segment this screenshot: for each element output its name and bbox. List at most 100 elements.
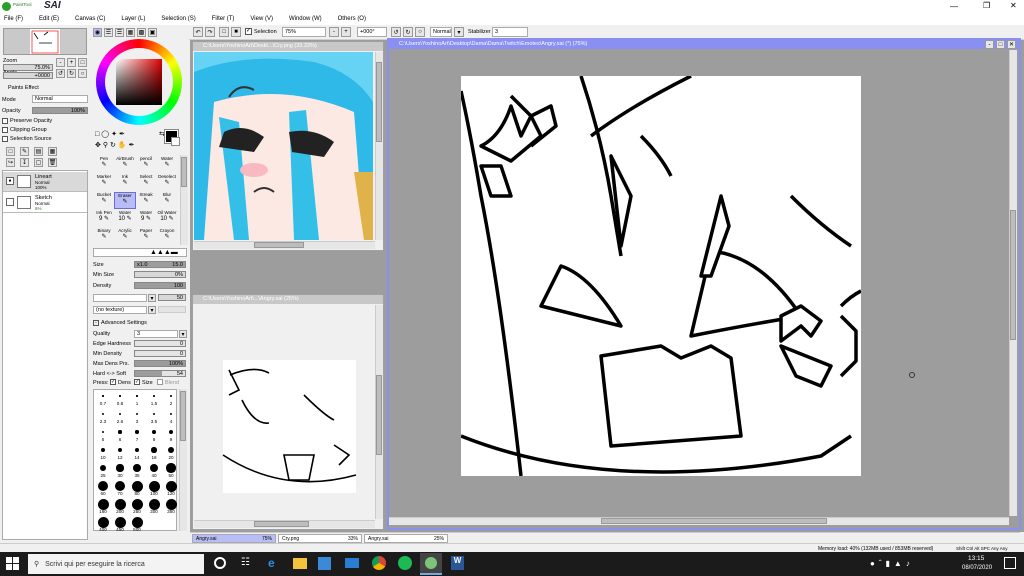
size-presets-scrollbar[interactable]	[179, 389, 187, 531]
layer-opacity-slider[interactable]: 100%	[32, 107, 88, 114]
brush-size-preset[interactable]	[136, 395, 138, 397]
eye-icon[interactable]: ●	[6, 177, 14, 185]
menu-selection[interactable]: Selection (S)	[161, 16, 195, 22]
brush-size-preset[interactable]	[119, 395, 121, 397]
density-slider[interactable]: 100	[134, 282, 186, 289]
cry-canvas[interactable]	[194, 52, 373, 240]
task-view-icon[interactable]: ☷	[241, 557, 250, 568]
menu-canvas[interactable]: Canvas (C)	[75, 16, 105, 22]
zoom-tool-icon[interactable]: ⚲	[103, 142, 110, 149]
stabilizer-field[interactable]: 3	[492, 27, 528, 37]
brush-size-preset[interactable]	[101, 430, 105, 434]
zoom-field[interactable]: 75%	[282, 27, 326, 37]
press-size-checkbox[interactable]: ✓	[134, 379, 140, 385]
brush-size-preset[interactable]	[149, 463, 159, 473]
saturation-value-square[interactable]	[116, 59, 162, 105]
press-blend-checkbox[interactable]	[157, 379, 163, 385]
brush-size-preset[interactable]	[151, 447, 157, 453]
nav-zoom-in-button[interactable]: +	[67, 58, 76, 67]
tool-eraser[interactable]: Eraser ✎	[114, 192, 136, 209]
angle-field[interactable]: +000°	[357, 27, 387, 37]
press-dens-checkbox[interactable]: ✓	[110, 379, 116, 385]
brush-size-preset[interactable]	[165, 498, 177, 510]
notifications-icon[interactable]	[1004, 557, 1016, 569]
brush-size-preset[interactable]	[134, 447, 140, 453]
tool-ink-pen[interactable]: Ink Pen 9 ✎	[93, 210, 115, 227]
battery-icon[interactable]: ▮	[886, 559, 894, 568]
redo-button[interactable]: ↷	[205, 27, 215, 37]
texture-select[interactable]: (no texture)	[93, 306, 147, 314]
brush-size-preset[interactable]	[114, 516, 126, 528]
nav-angle-slider[interactable]: +0000	[3, 72, 53, 79]
windows-start-icon[interactable]	[6, 557, 19, 570]
brush-size-preset[interactable]	[168, 447, 174, 453]
main-window-close-button[interactable]: ✕	[1007, 40, 1016, 49]
main-hscrollbar[interactable]	[389, 517, 1009, 525]
angry-small-window[interactable]: C:\Users\YoshinoArt\...\Angry.sai (25%)	[192, 294, 384, 530]
magic-wand-icon[interactable]: ✦	[111, 131, 119, 138]
main-vscrollbar[interactable]	[1009, 50, 1017, 516]
nav-reset-button[interactable]: ○	[78, 69, 87, 78]
spotify-icon[interactable]	[398, 556, 412, 570]
mode-dropdown-button[interactable]: ▾	[454, 27, 464, 37]
max-dens-slider[interactable]: 100%	[134, 360, 186, 367]
tool-airbrush[interactable]: AirBrush ✎	[114, 156, 136, 173]
advanced-collapse-icon[interactable]: -	[93, 320, 99, 326]
zoom-in-button[interactable]: +	[341, 27, 351, 37]
color-wheel-tab[interactable]: ◉	[93, 28, 102, 37]
brush-size-preset[interactable]	[135, 412, 139, 416]
nav-rotate-right-button[interactable]: ↻	[67, 69, 76, 78]
brush-shape-icon[interactable]: ▲▲▲▬	[150, 249, 178, 256]
move-icon[interactable]: ✥	[95, 142, 103, 149]
invert-button[interactable]: ■	[231, 27, 241, 37]
network-icon[interactable]: ▲	[894, 559, 906, 568]
lasso-icon[interactable]: ◯	[101, 131, 111, 138]
brush-size-preset[interactable]	[131, 516, 143, 528]
color-wheel[interactable]	[96, 39, 182, 125]
brush-size-preset[interactable]	[114, 480, 126, 492]
reset-rotation-button[interactable]: ○	[415, 27, 425, 37]
rgb-slider-tab[interactable]: ☰	[104, 28, 113, 37]
edge-icon[interactable]: e	[268, 556, 275, 570]
brush-size-preset[interactable]	[165, 480, 177, 492]
new-folder-button[interactable]: ▤	[34, 147, 43, 156]
brush-size-preset[interactable]	[102, 395, 104, 397]
eyedropper-icon[interactable]: ✒	[119, 131, 127, 138]
scratchpad-tab[interactable]: ▣	[148, 28, 157, 37]
brush-size-preset[interactable]	[152, 430, 156, 434]
menu-edit[interactable]: Edit (E)	[39, 16, 59, 22]
brush-size-preset[interactable]	[100, 447, 106, 453]
brush-size-preset[interactable]	[148, 498, 160, 510]
quality-dropdown-button[interactable]: ▾	[179, 330, 187, 338]
mode-field[interactable]: Normal	[430, 27, 452, 37]
quality-select[interactable]: 3	[134, 330, 178, 338]
cortana-icon[interactable]	[214, 557, 226, 569]
brush-size-preset[interactable]	[170, 395, 172, 397]
brush-size-preset[interactable]	[131, 498, 143, 510]
picker-icon[interactable]: ✒	[129, 142, 137, 149]
brush-size-preset[interactable]	[97, 498, 109, 510]
selection-checkbox[interactable]: ✓	[245, 28, 252, 35]
rotate-tool-icon[interactable]: ↻	[110, 142, 118, 149]
blending-strength-slider[interactable]: 50	[158, 294, 186, 301]
show-hidden-icons[interactable]: ˆ	[879, 559, 886, 568]
hsv-slider-tab[interactable]: ☰	[115, 28, 124, 37]
secondary-color-swatch[interactable]	[171, 137, 180, 146]
chrome-icon[interactable]	[372, 556, 386, 570]
menu-layer[interactable]: Layer (L)	[121, 16, 145, 22]
brush-size-preset[interactable]	[152, 412, 156, 416]
layer-row-lineart[interactable]: ● Lineart Normal 100%	[3, 172, 87, 192]
close-icon[interactable]: ✕	[1010, 1, 1017, 10]
restore-icon[interactable]: ❐	[983, 1, 990, 10]
brush-size-preset[interactable]	[131, 480, 143, 492]
paint-tool-sai-taskbar-icon[interactable]	[420, 553, 442, 575]
doc-tab-angry-main[interactable]: Angry.sai 75%	[192, 534, 276, 543]
brush-size-preset[interactable]	[118, 412, 122, 416]
brush-size-preset[interactable]	[99, 464, 107, 472]
menu-file[interactable]: File (F)	[4, 16, 23, 22]
tool-bucket[interactable]: Bucket ✎	[93, 192, 115, 209]
nav-rotate-left-button[interactable]: ↺	[56, 69, 65, 78]
tool-water[interactable]: Water ✎	[156, 156, 178, 173]
brush-size-preset[interactable]	[169, 430, 173, 434]
brush-size-preset[interactable]	[148, 480, 160, 492]
